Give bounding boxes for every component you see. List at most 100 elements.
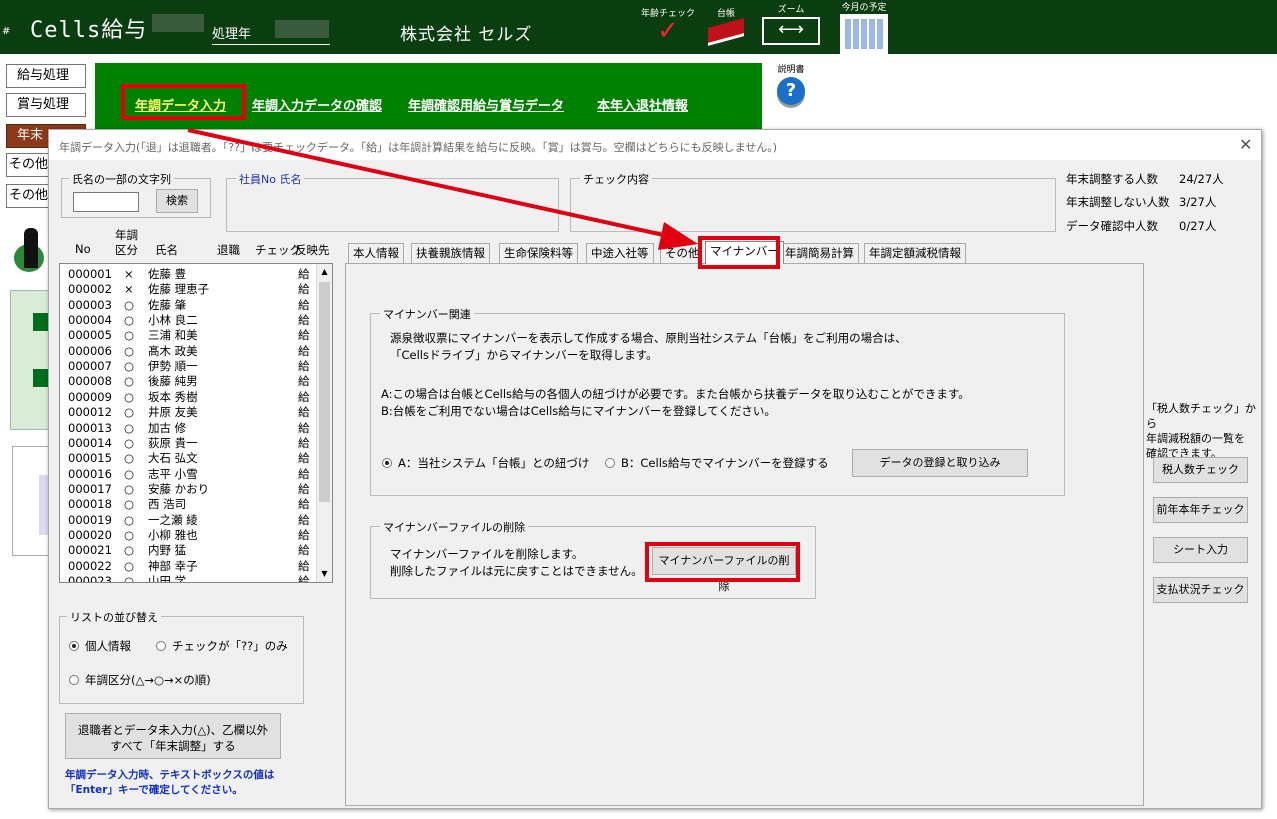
age-check-button[interactable]: 年齢チェック ✓: [640, 6, 696, 46]
scroll-down-icon[interactable]: ▼: [317, 566, 332, 582]
employee-kubun: ×: [124, 282, 134, 297]
employee-kubun: ○: [124, 328, 135, 343]
employee-no: 000003: [68, 297, 112, 312]
tab-insurance[interactable]: 生命保険料等: [499, 243, 578, 263]
mynumber-text4: B:台帳をご利用でない場合はCells給与にマイナンバーを登録してください。: [381, 404, 776, 418]
employee-kubun: ○: [124, 466, 135, 481]
employee-kubun: ×: [124, 267, 134, 281]
employee-name: 佐藤 豊: [148, 267, 187, 281]
payment-status-button[interactable]: 支払状況チェック: [1153, 577, 1248, 603]
prev-year-check-button[interactable]: 前年本年チェック: [1153, 497, 1248, 523]
list-item[interactable]: 000013 ○ 加古 修 給: [60, 421, 316, 436]
list-item[interactable]: 000004 ○ 小林 良二 給: [60, 313, 316, 328]
option-a-radio[interactable]: A：当社システム「台帳」との紐づけ: [382, 455, 589, 471]
employee-target: 給: [298, 527, 310, 542]
tab-midyear[interactable]: 中途入社等: [586, 243, 654, 263]
sheet-input-button[interactable]: シート入力: [1153, 537, 1248, 563]
option-b-radio[interactable]: B：Cells給与でマイナンバーを登録する: [605, 455, 829, 471]
tax-count-check-button[interactable]: 税人数チェック: [1153, 457, 1248, 483]
tab-simple-calc[interactable]: 年調簡易計算: [780, 243, 859, 263]
manual-button[interactable]: 説明書 ?: [772, 62, 810, 105]
list-item[interactable]: 000017 ○ 安藤 かおり 給: [60, 482, 316, 497]
employee-no: 000001: [68, 267, 112, 281]
list-item[interactable]: 000014 ○ 荻原 貴一 給: [60, 436, 316, 451]
employee-name: 内野 猛: [148, 543, 187, 558]
list-item[interactable]: 000015 ○ 大石 弘文 給: [60, 451, 316, 466]
list-item[interactable]: 000023 ○ 山田 学 給: [60, 574, 316, 583]
person-figure-icon: [14, 222, 48, 272]
employee-target: 給: [298, 313, 310, 328]
sort-option-check[interactable]: チェックが「??」のみ: [156, 638, 288, 654]
employee-no: 000020: [68, 527, 112, 542]
list-item[interactable]: 000018 ○ 西 浩司 給: [60, 497, 316, 512]
list-item[interactable]: 000021 ○ 内野 猛 給: [60, 543, 316, 558]
employee-target: 給: [298, 512, 310, 527]
list-item[interactable]: 000002 × 佐藤 理恵子 給: [60, 282, 316, 297]
sort-option-kubun[interactable]: 年調区分(△→○→×の順): [69, 672, 211, 688]
employee-no: 000012: [68, 405, 112, 420]
list-scrollbar[interactable]: ▲ ▼: [316, 264, 332, 582]
employee-target: 給: [298, 420, 310, 435]
list-item[interactable]: 000016 ○ 志平 小雪 給: [60, 467, 316, 482]
company-name: 株式会社 セルズ: [400, 25, 533, 45]
list-item[interactable]: 000012 ○ 井原 友美 給: [60, 405, 316, 420]
employee-kubun: ○: [124, 574, 135, 583]
list-item[interactable]: 000009 ○ 坂本 秀樹 給: [60, 390, 316, 405]
delete-text2: 削除したファイルは元に戻すことはできません。: [390, 564, 643, 578]
delete-text1: マイナンバーファイルを削除します。: [390, 547, 584, 561]
scroll-up-icon[interactable]: ▲: [317, 264, 332, 280]
tab-personal[interactable]: 本人情報: [348, 243, 404, 263]
employee-no: 000008: [68, 374, 112, 389]
employee-no: 000013: [68, 420, 112, 435]
employee-no: 000007: [68, 359, 112, 374]
employee-list[interactable]: 000001 × 佐藤 豊給 000002 × 佐藤 理恵子給 000003 ○ 佐藤 肇給 00…: [59, 263, 333, 583]
list-item[interactable]: 000019 ○ 一之瀬 綾 給: [60, 513, 316, 528]
employee-name: 西 浩司: [148, 497, 187, 512]
employee-no: 000004: [68, 313, 112, 328]
list-item[interactable]: 000020 ○ 小柳 雅也 給: [60, 528, 316, 543]
employee-target: 給: [298, 359, 310, 374]
employee-name: 小林 良二: [148, 313, 198, 328]
scroll-thumb[interactable]: [319, 282, 330, 502]
mynumber-text2: 「Cellsドライブ」からマイナンバーを取得します。: [390, 348, 658, 362]
list-item[interactable]: 000006 ○ 髙木 政美 給: [60, 344, 316, 359]
employee-kubun: ○: [124, 527, 135, 542]
masked-year-box: [152, 14, 204, 32]
employee-no: 000016: [68, 466, 112, 481]
sort-option-personal[interactable]: 個人情報: [69, 638, 131, 654]
sidebar-item-salary[interactable]: 給与処理: [6, 64, 86, 88]
tab-dependents[interactable]: 扶養親族情報: [411, 243, 490, 263]
nav-link-yearend-confirm[interactable]: 年調入力データの確認: [252, 95, 382, 114]
nav-link-yearend-input[interactable]: 年調データ入力: [135, 95, 226, 114]
register-import-button[interactable]: データの登録と取り込み: [852, 449, 1028, 477]
ledger-button[interactable]: 台帳: [704, 6, 748, 46]
list-item[interactable]: 000008 ○ 後藤 純男 給: [60, 374, 316, 389]
employee-no: 000006: [68, 343, 112, 358]
bulk-yearend-button[interactable]: 退職者とデータ未入力(△)、乙欄以外 すべて「年末調整」する: [65, 713, 281, 759]
nav-link-salary-bonus-data[interactable]: 年調確認用給与賞与データ: [408, 95, 564, 114]
masked-process-year: [275, 20, 329, 38]
tab-tax-reduction[interactable]: 年調定額減税情報: [864, 243, 966, 263]
list-item[interactable]: 000022 ○ 神部 幸子 給: [60, 559, 316, 574]
search-button[interactable]: 検索: [156, 189, 198, 213]
sidebar-item-bonus[interactable]: 賞与処理: [6, 93, 86, 117]
search-legend: 氏名の一部の文字列: [69, 171, 174, 187]
list-item[interactable]: 000003 ○ 佐藤 肇 給: [60, 298, 316, 313]
list-item[interactable]: 000005 ○ 三浦 和美 給: [60, 328, 316, 343]
radio-icon: [69, 641, 79, 651]
close-icon[interactable]: ✕: [1239, 135, 1252, 154]
highlight-delete-box: [645, 542, 800, 582]
mynumber-tab-panel: マイナンバー関連 源泉徴収票にマイナンバーを表示して作成する場合、原則当社システ…: [345, 263, 1144, 806]
employee-target: 給: [298, 389, 310, 404]
list-item[interactable]: 000001 × 佐藤 豊 給: [60, 267, 316, 282]
zoom-button[interactable]: ズーム ⟷: [760, 2, 822, 45]
employee-kubun: ○: [124, 497, 135, 512]
search-input[interactable]: [73, 192, 139, 212]
tab-other[interactable]: その他: [660, 243, 702, 263]
employee-no: 000014: [68, 435, 112, 450]
month-plan-button[interactable]: 今月の予定: [838, 0, 890, 54]
nav-link-join-leave[interactable]: 本年入退社情報: [597, 95, 688, 114]
checkmark-icon: ✓: [657, 16, 679, 46]
list-item[interactable]: 000007 ○ 伊勢 順一 給: [60, 359, 316, 374]
employee-no: 000009: [68, 389, 112, 404]
